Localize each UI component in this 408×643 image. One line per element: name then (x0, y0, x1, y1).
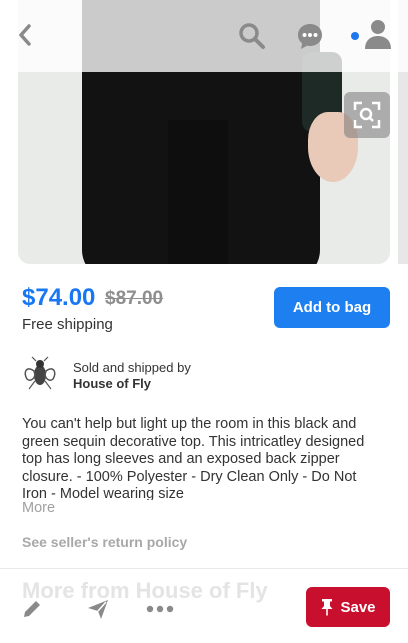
send-icon (88, 600, 108, 619)
search-button[interactable] (234, 18, 270, 54)
more-link[interactable]: More (22, 500, 55, 516)
send-button[interactable] (82, 593, 114, 625)
divider (0, 568, 408, 569)
pin-icon (321, 599, 333, 616)
fly-logo-icon (24, 356, 56, 390)
pencil-icon (24, 601, 40, 617)
notification-dot (351, 32, 359, 40)
bottom-action-bar: Save (0, 583, 408, 643)
current-price: $74.00 (22, 284, 96, 311)
save-label: Save (340, 598, 376, 616)
edit-button[interactable] (16, 593, 48, 625)
user-icon (365, 20, 391, 49)
more-options-button[interactable] (142, 593, 178, 625)
shipping-info: Free shipping (22, 316, 113, 333)
save-button[interactable]: Save (306, 587, 390, 627)
visual-search-icon (353, 101, 381, 129)
sold-by-label: Sold and shipped by (73, 360, 191, 375)
visual-search-button[interactable] (344, 92, 390, 138)
product-photo-pants (168, 120, 228, 264)
profile-button[interactable] (360, 16, 396, 52)
original-price: $87.00 (105, 288, 164, 309)
seller-logo[interactable] (20, 354, 60, 394)
messages-button[interactable] (292, 18, 328, 54)
more-dots-icon (146, 605, 174, 613)
return-policy-link[interactable]: See seller's return policy (22, 534, 187, 550)
chat-bubble-icon (298, 24, 322, 49)
seller-name-link[interactable]: House of Fly (73, 376, 151, 391)
chevron-left-icon (19, 24, 31, 46)
product-description: You can't help but light up the room in … (22, 416, 365, 500)
add-to-bag-button[interactable]: Add to bag (274, 287, 390, 328)
back-button[interactable] (10, 20, 40, 50)
top-navigation-bar (0, 0, 408, 72)
search-icon (239, 23, 265, 49)
